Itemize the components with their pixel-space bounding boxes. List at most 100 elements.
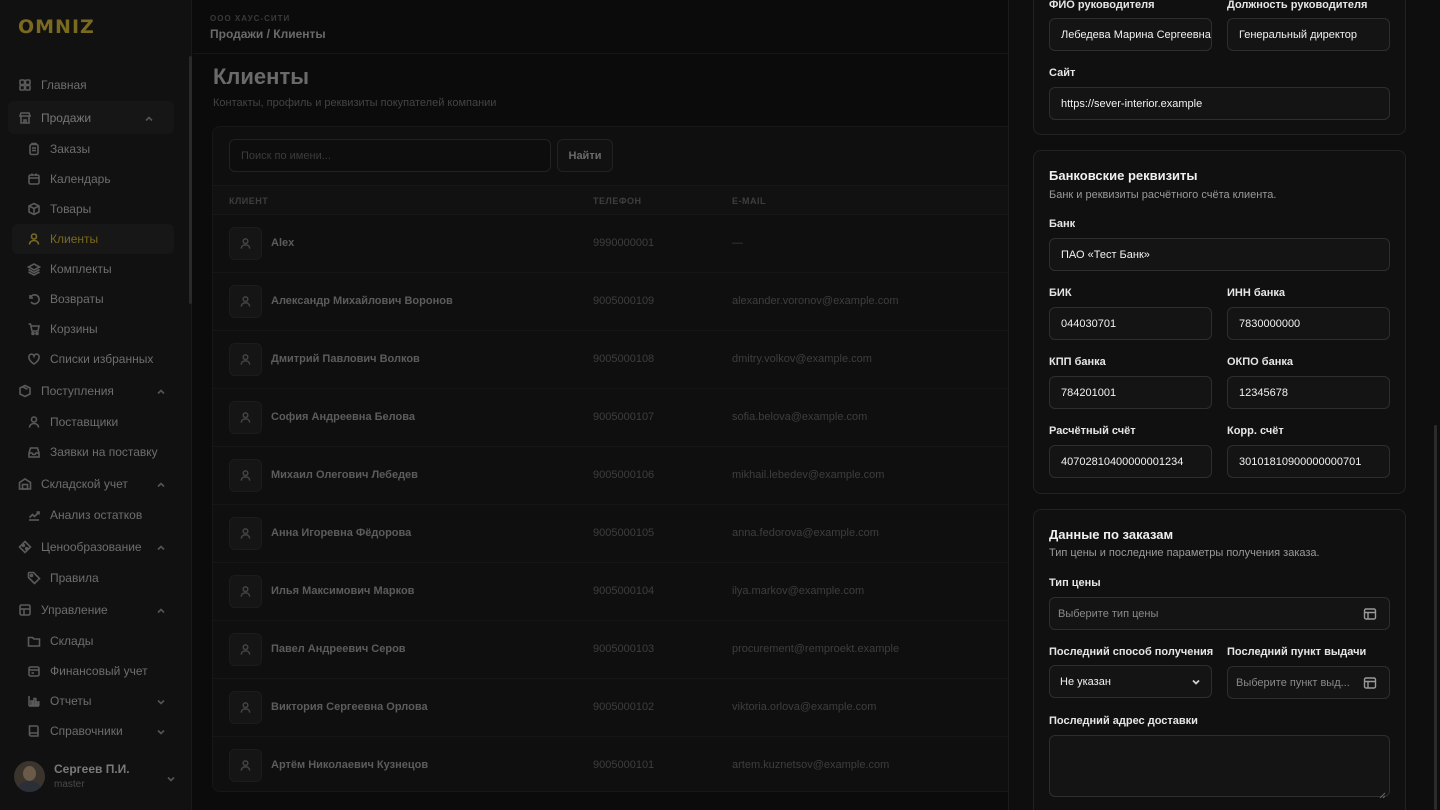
director-position-field[interactable]: Генеральный директор <box>1227 18 1390 51</box>
last-method-select[interactable]: Не указан <box>1049 665 1212 698</box>
sidebar-item-20[interactable]: Отчеты <box>0 686 186 716</box>
sidebar-item-15[interactable]: Ценообразование <box>0 530 186 563</box>
table-row[interactable]: Виктория Сергеевна Орлова 9005000102 vikto… <box>213 679 1041 737</box>
last-point-placeholder: Выберите пункт выд... <box>1236 676 1350 689</box>
client-name[interactable]: Alex <box>271 237 294 249</box>
client-name[interactable]: Михаил Олегович Лебедев <box>271 469 418 481</box>
table-row[interactable]: Илья Максимович Марков 9005000104 ilya.mar… <box>213 563 1041 621</box>
bank-okpo-field[interactable]: 12345678 <box>1227 376 1390 409</box>
table-row[interactable]: Анна Игоревна Фёдорова 9005000105 anna.fed… <box>213 505 1041 563</box>
sidebar-item-10[interactable]: Поступления <box>0 374 186 407</box>
chevron-up-icon[interactable] <box>156 605 166 615</box>
client-name[interactable]: Анна Игоревна Фёдорова <box>271 527 411 539</box>
search-button[interactable]: Найти <box>557 139 613 172</box>
sidebar-item-19[interactable]: Финансовый учет <box>0 656 186 686</box>
sidebar-item-5[interactable]: Клиенты <box>12 224 174 254</box>
table-row[interactable]: Александр Михайлович Воронов 9005000109 al… <box>213 273 1041 331</box>
sidebar-item-0[interactable]: Главная <box>0 68 186 101</box>
client-phone: 9005000108 <box>593 353 655 365</box>
director-position-label: Должность руководителя <box>1227 0 1368 11</box>
sidebar-item-label: Правила <box>50 571 99 585</box>
table-row[interactable]: Артём Николаевич Кузнецов 9005000101 artem… <box>213 737 1041 791</box>
sidebar-item-3[interactable]: Календарь <box>0 164 186 194</box>
sidebar-item-13[interactable]: Складской учет <box>0 467 186 500</box>
site-field[interactable]: https://sever-interior.example <box>1049 87 1390 120</box>
sidebar: OMNIZ Главная Продажи Заказы Календарь Товар… <box>0 0 192 810</box>
table-row[interactable]: Павел Андреевич Серов 9005000103 procureme… <box>213 621 1041 679</box>
chevron-down-icon[interactable] <box>156 696 166 706</box>
bank-field[interactable]: ПАО «Тест Банк» <box>1049 238 1390 271</box>
sidebar-item-label: Комплекты <box>50 262 112 276</box>
bank-kpp-field[interactable]: 784201001 <box>1049 376 1212 409</box>
chevron-up-icon[interactable] <box>156 542 166 552</box>
table-icon[interactable] <box>1363 676 1377 690</box>
sidebar-item-7[interactable]: Возвраты <box>0 284 186 314</box>
sidebar-item-4[interactable]: Товары <box>0 194 186 224</box>
client-name[interactable]: Дмитрий Павлович Волков <box>271 353 420 365</box>
account-field[interactable]: 40702810400000001234 <box>1049 445 1212 478</box>
sidebar-item-label: Склады <box>50 634 94 648</box>
logo[interactable]: OMNIZ <box>18 16 95 38</box>
client-name[interactable]: Виктория Сергеевна Орлова <box>271 701 428 713</box>
column-header-email[interactable]: E-MAIL <box>732 196 766 206</box>
bik-field[interactable]: 044030701 <box>1049 307 1212 340</box>
client-name[interactable]: Илья Максимович Марков <box>271 585 414 597</box>
sidebar-item-label: Возвраты <box>50 292 104 306</box>
sidebar-item-label: Корзины <box>50 322 98 336</box>
chevron-down-icon[interactable] <box>156 726 166 736</box>
table-icon[interactable] <box>1363 607 1377 621</box>
sidebar-item-8[interactable]: Корзины <box>0 314 186 344</box>
corr-account-field[interactable]: 30101810900000000701 <box>1227 445 1390 478</box>
client-email: ilya.markov@example.com <box>732 585 865 597</box>
user-menu[interactable]: Сергеев П.И. master <box>14 758 184 794</box>
table-row[interactable]: Alex 9990000001 — <box>213 215 1041 273</box>
bank-section: Банковские реквизиты Банк и реквизиты ра… <box>1033 150 1406 494</box>
table-row[interactable]: Дмитрий Павлович Волков 9005000108 dmitry.… <box>213 331 1041 389</box>
bank-inn-field[interactable]: 7830000000 <box>1227 307 1390 340</box>
sidebar-item-label: Финансовый учет <box>50 664 148 678</box>
site-label: Сайт <box>1049 67 1076 79</box>
chevron-up-icon[interactable] <box>156 386 166 396</box>
client-phone: 9005000109 <box>593 295 655 307</box>
chevron-up-icon[interactable] <box>144 113 154 123</box>
client-email: alexander.voronov@example.com <box>732 295 899 307</box>
orders-section-title: Данные по заказам <box>1049 527 1174 542</box>
chevron-down-icon <box>166 771 176 782</box>
client-name[interactable]: Павел Андреевич Серов <box>271 643 406 655</box>
sidebar-item-21[interactable]: Справочники <box>0 716 186 746</box>
sidebar-item-9[interactable]: Списки избранных <box>0 344 186 374</box>
client-name[interactable]: София Андреевна Белова <box>271 411 415 423</box>
sidebar-item-12[interactable]: Заявки на поставку <box>0 437 186 467</box>
sidebar-item-1[interactable]: Продажи <box>8 101 174 134</box>
sidebar-item-16[interactable]: Правила <box>0 563 186 593</box>
client-name[interactable]: Артём Николаевич Кузнецов <box>271 759 428 771</box>
sidebar-item-14[interactable]: Анализ остатков <box>0 500 186 530</box>
column-header-phone[interactable]: ТЕЛЕФОН <box>593 196 642 206</box>
last-address-textarea[interactable] <box>1049 735 1390 799</box>
price-type-picker[interactable]: Выберите тип цены <box>1049 597 1390 630</box>
user-icon <box>27 232 41 246</box>
user-name: Сергеев П.И. <box>54 762 130 776</box>
layers-icon <box>27 262 41 276</box>
sidebar-item-6[interactable]: Комплекты <box>0 254 186 284</box>
user-icon <box>229 343 262 376</box>
sidebar-scrollbar[interactable] <box>189 56 192 304</box>
sidebar-item-18[interactable]: Склады <box>0 626 186 656</box>
drawer-scrollbar[interactable] <box>1434 425 1437 810</box>
chevron-up-icon[interactable] <box>156 479 166 489</box>
search-input[interactable]: Поиск по имени... <box>229 139 551 172</box>
table-row[interactable]: София Андреевна Белова 9005000107 sofia.be… <box>213 389 1041 447</box>
client-name[interactable]: Александр Михайлович Воронов <box>271 295 453 307</box>
sidebar-item-17[interactable]: Управление <box>0 593 186 626</box>
box-icon <box>27 202 41 216</box>
orders-section-description: Тип цены и последние параметры получения… <box>1049 547 1320 559</box>
column-header-client[interactable]: КЛИЕНТ <box>229 196 268 206</box>
folder-icon <box>27 634 41 648</box>
director-name-field[interactable]: Лебедева Марина Сергеевна <box>1049 18 1212 51</box>
sidebar-item-11[interactable]: Поставщики <box>0 407 186 437</box>
table-row[interactable]: Михаил Олегович Лебедев 9005000106 mikhail… <box>213 447 1041 505</box>
sidebar-item-2[interactable]: Заказы <box>0 134 186 164</box>
last-point-picker[interactable]: Выберите пункт выд... <box>1227 666 1390 699</box>
user-icon <box>229 749 262 782</box>
resize-grip-icon[interactable] <box>1379 786 1386 799</box>
